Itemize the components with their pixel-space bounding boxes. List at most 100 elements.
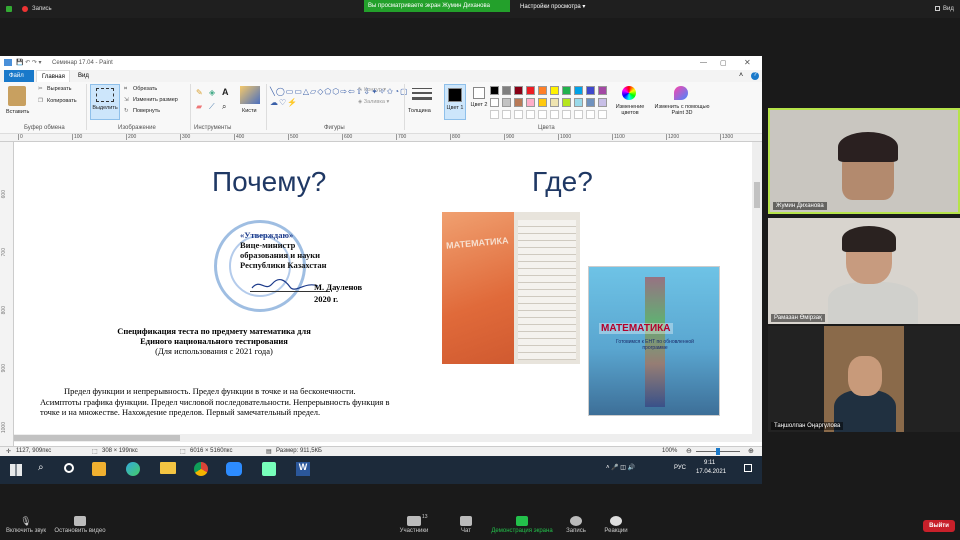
collapse-ribbon-icon[interactable]: ˄ bbox=[739, 72, 743, 79]
close-icon[interactable]: ✕ bbox=[744, 58, 751, 67]
cut-button[interactable]: Вырезать bbox=[47, 86, 71, 92]
book2-subtitle: Готовимся к ЕНТ по обновленной программе bbox=[616, 339, 694, 351]
palette-swatch[interactable] bbox=[574, 86, 583, 95]
palette-swatch[interactable] bbox=[562, 98, 571, 107]
palette-swatch[interactable] bbox=[526, 86, 535, 95]
crop-button[interactable]: Обрезать bbox=[133, 86, 157, 92]
palette-swatch[interactable] bbox=[538, 86, 547, 95]
participant-tile[interactable]: Таңшолпан Оңаргүлова bbox=[768, 326, 960, 432]
heading-why: Почему? bbox=[212, 166, 327, 197]
tray-icons[interactable]: ˄ 🎤 ◫ 🔊 bbox=[606, 464, 635, 471]
paste-button[interactable]: Вставить bbox=[6, 109, 29, 115]
palette-swatch-empty[interactable] bbox=[514, 110, 523, 119]
palette-swatch[interactable] bbox=[538, 98, 547, 107]
paint-canvas[interactable]: Почему? Где? «Утверждаю» Вице-министр об… bbox=[14, 142, 752, 442]
file-explorer-icon[interactable] bbox=[160, 462, 176, 474]
palette-swatch-empty[interactable] bbox=[490, 110, 499, 119]
maximize-icon[interactable]: ▢ bbox=[720, 59, 727, 67]
palette-swatch[interactable] bbox=[550, 98, 559, 107]
resize-button[interactable]: Изменить размер bbox=[133, 97, 178, 103]
palette-swatch[interactable] bbox=[562, 86, 571, 95]
clock-time[interactable]: 9:11 bbox=[704, 460, 715, 466]
palette-swatch[interactable] bbox=[502, 98, 511, 107]
palette-swatch[interactable] bbox=[550, 86, 559, 95]
palette-swatch-empty[interactable] bbox=[502, 110, 511, 119]
tab-view[interactable]: Вид bbox=[78, 73, 89, 79]
copy-button[interactable]: Копировать bbox=[47, 98, 77, 104]
reactions-button[interactable]: Реакции bbox=[586, 510, 646, 534]
palette-swatch[interactable] bbox=[586, 98, 595, 107]
color1-swatch bbox=[448, 88, 462, 102]
outline-button[interactable]: ✎ Контур ▾ bbox=[358, 87, 386, 93]
palette-swatch-empty[interactable] bbox=[526, 110, 535, 119]
fill-icon[interactable]: ◈ bbox=[209, 88, 215, 97]
eraser-icon[interactable]: ▰ bbox=[196, 102, 202, 111]
palette-swatch[interactable] bbox=[598, 98, 607, 107]
palette-swatch[interactable] bbox=[490, 86, 499, 95]
magnifier-icon[interactable]: ⌕ bbox=[222, 102, 226, 112]
minimize-icon[interactable]: — bbox=[700, 59, 707, 66]
palette-swatch[interactable] bbox=[598, 86, 607, 95]
size-button[interactable]: Толщина bbox=[408, 108, 431, 114]
search-icon[interactable]: ⌕ bbox=[38, 462, 44, 473]
word-icon[interactable]: W bbox=[296, 462, 310, 476]
zoom-out-icon[interactable]: ⊖ bbox=[686, 447, 692, 455]
participant-tile[interactable]: Рамазан Өмірзақ bbox=[768, 218, 960, 324]
palette-swatch[interactable] bbox=[490, 98, 499, 107]
quick-access-icons[interactable]: 💾 ↶ ↷ ▾ bbox=[16, 59, 42, 66]
shapes-gallery[interactable]: ╲◯▭▭△▱◇⬠⬡⇨⇦⇧⇩✦✧✩◔▢☁♡⚡ bbox=[270, 86, 408, 122]
palette-swatch-empty[interactable] bbox=[538, 110, 547, 119]
windows-start-icon[interactable] bbox=[10, 464, 22, 476]
tab-home[interactable]: Главная bbox=[36, 70, 70, 82]
store-icon[interactable] bbox=[92, 462, 106, 476]
edit-colors-icon[interactable] bbox=[622, 86, 636, 100]
color2-button[interactable]: Цвет 2 bbox=[470, 84, 488, 120]
horizontal-scrollbar[interactable] bbox=[14, 434, 752, 442]
select-button[interactable]: Выделить bbox=[90, 84, 120, 120]
vertical-scrollbar[interactable] bbox=[752, 142, 762, 442]
zoom-app-icon[interactable] bbox=[226, 462, 242, 476]
palette-swatch[interactable] bbox=[514, 98, 523, 107]
chrome-icon[interactable] bbox=[194, 462, 208, 476]
view-options-button[interactable]: Настройки просмотра ▾ bbox=[520, 3, 585, 10]
color1-button[interactable]: Цвет 1 bbox=[444, 84, 466, 120]
help-icon[interactable]: ? bbox=[751, 72, 759, 80]
pencil-icon[interactable]: ✎ bbox=[196, 88, 203, 97]
paint-taskbar-icon[interactable] bbox=[262, 462, 276, 476]
stop-video-button[interactable]: Остановить видео bbox=[50, 510, 110, 534]
palette-swatch-empty[interactable] bbox=[562, 110, 571, 119]
palette-swatch-empty[interactable] bbox=[586, 110, 595, 119]
paint3d-icon[interactable] bbox=[674, 86, 688, 100]
zoom-in-icon[interactable]: ⊕ bbox=[748, 447, 754, 455]
zoom-slider-thumb[interactable] bbox=[716, 448, 720, 455]
color-picker-icon[interactable]: ⟋ bbox=[209, 102, 215, 112]
fill-shape-button[interactable]: ◈ Заливка ▾ bbox=[358, 99, 389, 105]
palette-swatch-empty[interactable] bbox=[598, 110, 607, 119]
size-icon[interactable] bbox=[412, 88, 432, 100]
palette-swatch-empty[interactable] bbox=[574, 110, 583, 119]
participants-button[interactable]: Участники bbox=[384, 510, 444, 534]
edit-colors-button[interactable]: Изменение цветов bbox=[612, 104, 648, 116]
brushes-button[interactable]: Кисти bbox=[242, 108, 257, 114]
paint3d-button[interactable]: Изменить с помощью Paint 3D bbox=[654, 104, 710, 116]
rotate-button[interactable]: Повернуть bbox=[133, 108, 160, 114]
palette-swatch[interactable] bbox=[514, 86, 523, 95]
clock-date[interactable]: 17.04.2021 bbox=[696, 469, 726, 475]
palette-swatch[interactable] bbox=[586, 86, 595, 95]
task-view-icon[interactable] bbox=[64, 463, 74, 473]
unmute-button[interactable]: 🎙 Включить звук bbox=[0, 510, 56, 534]
paste-icon[interactable] bbox=[8, 86, 26, 106]
view-button[interactable]: Вид bbox=[943, 6, 954, 12]
brush-icon[interactable] bbox=[240, 86, 260, 104]
palette-swatch[interactable] bbox=[502, 86, 511, 95]
palette-swatch[interactable] bbox=[574, 98, 583, 107]
edge-icon[interactable] bbox=[126, 462, 140, 476]
leave-button[interactable]: Выйти bbox=[923, 520, 955, 532]
palette-swatch-empty[interactable] bbox=[550, 110, 559, 119]
language-indicator[interactable]: РУС bbox=[674, 465, 686, 471]
palette-swatch[interactable] bbox=[526, 98, 535, 107]
participant-tile[interactable]: Жумин Диханова bbox=[768, 108, 960, 214]
notification-icon[interactable] bbox=[744, 464, 752, 472]
tab-file[interactable]: Файл bbox=[4, 70, 34, 82]
text-tool-icon[interactable]: A bbox=[222, 87, 229, 97]
